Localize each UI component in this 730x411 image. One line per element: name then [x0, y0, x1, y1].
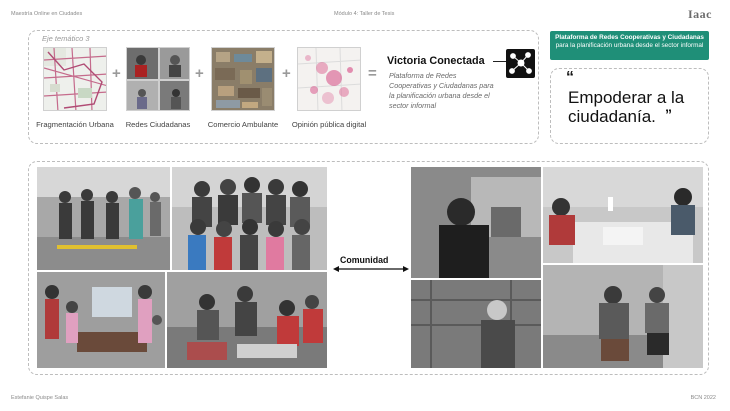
quote-line-2: ciudadanía. — [568, 107, 656, 126]
close-quote-mark: ” — [665, 106, 672, 122]
fragmentation-map-thumbnail — [43, 47, 107, 111]
equals-icon: = — [368, 65, 377, 82]
victoria-conectada-title: Victoria Conectada — [387, 55, 485, 67]
interview-photo-4 — [543, 265, 703, 368]
community-photo-2 — [172, 167, 327, 270]
community-photo-4 — [167, 272, 327, 368]
platform-description-box: Plataforma de Redes Cooperativas y Ciuda… — [550, 31, 709, 60]
interview-photo-1 — [411, 167, 541, 278]
comercio-ambulante-thumbnail — [211, 47, 275, 111]
network-icon — [506, 49, 535, 78]
open-quote-mark: “ — [566, 69, 574, 86]
plus-icon: + — [112, 65, 121, 82]
interview-photo-2 — [543, 167, 703, 263]
iaac-logo: Iaac — [688, 7, 712, 21]
caption-redes: Redes Ciudadanas — [125, 120, 191, 129]
platform-name: Plataforma de Redes Cooperativas y Ciuda… — [555, 34, 704, 41]
redes-ciudadanas-thumbnail — [126, 47, 190, 111]
author-name: Estefanie Quispe Salas — [11, 395, 69, 401]
eje-title: Eje temático 3 — [42, 34, 90, 43]
platform-purpose: para la planificación urbana desde el se… — [555, 42, 704, 49]
community-photo-1 — [37, 167, 170, 270]
caption-fragmentacion: Fragmentación Urbana — [36, 120, 114, 129]
victoria-conectada-subtitle: Plataforma de Redes Cooperativas y Ciuda… — [389, 71, 494, 110]
caption-comercio: Comercio Ambulante — [207, 120, 279, 129]
connector-line — [493, 61, 506, 62]
plus-icon: + — [195, 65, 204, 82]
interview-photo-3 — [411, 280, 541, 368]
community-photo-3 — [37, 272, 165, 368]
plus-icon: + — [282, 65, 291, 82]
quote-line-1: Empoderar a la — [568, 88, 685, 107]
program-title: Maestría Online en Ciudades — [11, 11, 83, 17]
comunidad-label: Comunidad — [340, 255, 389, 265]
module-title: Módulo 4: Taller de Tesis — [334, 11, 395, 17]
opinion-publica-map-thumbnail — [297, 47, 361, 111]
footer-year: BCN 2022 — [690, 395, 716, 401]
caption-opinion: Opinión pública digital — [291, 120, 367, 129]
